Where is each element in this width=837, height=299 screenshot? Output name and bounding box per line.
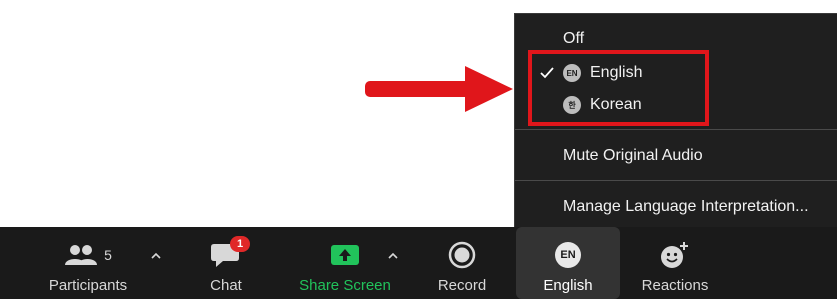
record-button[interactable]: Record xyxy=(426,227,498,299)
chat-label: Chat xyxy=(210,277,242,294)
chevron-up-icon[interactable] xyxy=(387,251,399,261)
english-badge-icon: EN xyxy=(563,64,581,82)
people-icon xyxy=(65,245,98,265)
menu-divider xyxy=(515,129,837,130)
menu-item-mute-label: Mute Original Audio xyxy=(563,147,703,164)
menu-item-off[interactable]: Off xyxy=(515,27,837,51)
english-language-icon: EN xyxy=(555,242,581,268)
menu-item-mute-original-audio[interactable]: Mute Original Audio xyxy=(515,144,837,168)
share-screen-label: Share Screen xyxy=(299,277,391,294)
korean-badge-icon: 한 xyxy=(563,96,581,114)
red-pointer-arrow-icon xyxy=(365,66,513,112)
menu-item-off-label: Off xyxy=(563,30,585,47)
chevron-up-icon[interactable] xyxy=(150,251,162,261)
menu-item-korean[interactable]: 한 Korean xyxy=(515,92,837,118)
menu-item-korean-label: Korean xyxy=(590,96,642,113)
share-screen-button[interactable]: Share Screen xyxy=(290,227,400,299)
record-icon xyxy=(448,241,476,269)
menu-item-manage-interpretation[interactable]: Manage Language Interpretation... xyxy=(515,195,837,219)
menu-item-manage-label: Manage Language Interpretation... xyxy=(563,198,809,215)
menu-item-english-label: English xyxy=(590,64,643,81)
emoji-plus-icon xyxy=(661,242,688,268)
participants-label: Participants xyxy=(48,277,128,294)
reactions-label: Reactions xyxy=(641,277,709,294)
share-screen-icon xyxy=(331,245,359,265)
english-label: English xyxy=(543,277,593,294)
checkmark-icon xyxy=(540,67,554,79)
chat-button[interactable]: Chat xyxy=(188,227,264,299)
interpretation-menu: Off EN English 한 Korean Mute Original Au… xyxy=(514,13,837,227)
reactions-button[interactable]: Reactions xyxy=(630,227,720,299)
chat-unread-badge: 1 xyxy=(230,236,250,252)
participants-button[interactable]: 5 Participants xyxy=(38,227,138,299)
meeting-toolbar: 5 Participants Chat 1 Share Screen Recor… xyxy=(0,227,837,299)
participants-count: 5 xyxy=(104,247,112,263)
record-label: Record xyxy=(437,277,487,294)
menu-item-english[interactable]: EN English xyxy=(515,60,837,86)
menu-divider xyxy=(515,180,837,181)
interpretation-english-button[interactable]: EN English xyxy=(516,227,620,299)
